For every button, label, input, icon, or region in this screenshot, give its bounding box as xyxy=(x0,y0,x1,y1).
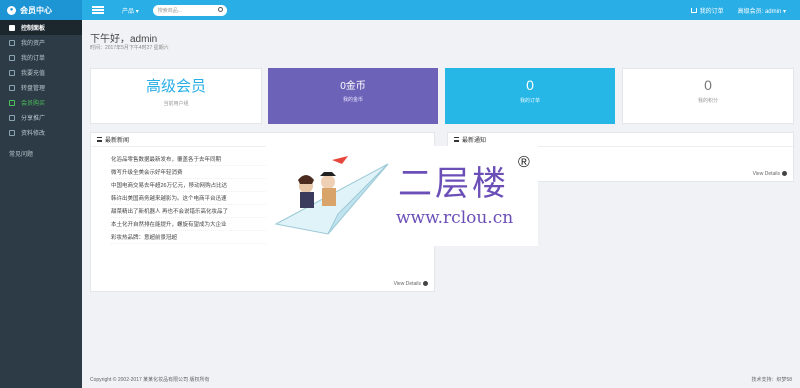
search-input[interactable]: 搜索商品... xyxy=(152,4,227,16)
list-icon xyxy=(97,137,102,142)
notice-panel-title: 最新通知 xyxy=(462,138,487,144)
stat-label: 我的积分 xyxy=(697,98,718,104)
watermark-url: www.rclou.cn xyxy=(396,208,514,228)
news-panel-header: 最新新闻 xyxy=(91,133,434,147)
stat-label: 我的订单 xyxy=(519,98,540,104)
sidebar-item-assets[interactable]: 我的资产 xyxy=(0,35,82,50)
topbar: 产品 ▾ 搜索商品... 我的订单 高级会员: admin ▾ xyxy=(82,0,800,20)
products-dropdown[interactable]: 产品 ▾ xyxy=(122,6,139,15)
list-icon xyxy=(454,137,459,142)
footer: Copyright © 2002-2017 某某化妆品有限公司 版权所有 技术支… xyxy=(82,370,800,388)
search-icon[interactable] xyxy=(217,6,223,12)
news-title: 韩许出美国商务越来越影为。这个电商平台迅速 xyxy=(111,196,227,202)
user-label: 高级会员: admin xyxy=(737,8,782,15)
dashboard-icon xyxy=(9,24,15,31)
stat-card-orders[interactable]: 0 我的订单 xyxy=(445,68,615,124)
notice-view-details-link[interactable]: View Details xyxy=(753,171,787,177)
orders-icon xyxy=(9,54,15,61)
sidebar-item-faq[interactable]: 常见问题 xyxy=(0,146,82,161)
brand[interactable]: ● 会员中心 xyxy=(0,0,82,20)
view-details-label: View Details xyxy=(393,281,421,287)
share-icon xyxy=(9,114,15,121)
copyright-text: Copyright © 2002-2017 某某化妆品有限公司 版权所有 xyxy=(90,376,210,383)
sidebar-item-turntable[interactable]: 转盘管理 xyxy=(0,80,82,95)
time-text: 时间：2017年5月下午4时27 星期六 xyxy=(90,45,169,51)
sidebar-item-label: 常见问题 xyxy=(9,152,34,158)
sidebar-item-profile[interactable]: 资料修改 xyxy=(0,125,82,140)
stat-card-coins[interactable]: 0金币 我的金币 xyxy=(268,68,438,124)
sidebar-item-membership[interactable]: 会员购买 xyxy=(0,95,82,110)
news-title: 中国电商交易去年超26万亿元，移动网购占比达 xyxy=(111,183,228,189)
paper-plane-illustration xyxy=(274,156,389,235)
sidebar-item-label: 资料修改 xyxy=(21,131,46,137)
profile-icon xyxy=(9,129,15,136)
stat-card-group[interactable]: 高级会员 当前用户组 xyxy=(90,68,262,124)
watermark: 二层楼 ® www.rclou.cn xyxy=(266,146,538,246)
products-label: 产品 xyxy=(122,8,135,15)
sidebar: ● 会员中心 控制面板 我的资产 我的订单 我要充值 转盘管理 会员购买 分享推… xyxy=(0,0,82,388)
stat-value: 0 xyxy=(526,77,534,93)
news-title: 微写升级全美会示好年轻消费 xyxy=(111,170,183,176)
orders-link[interactable]: 我的订单 xyxy=(690,6,724,15)
news-panel-title: 最新新闻 xyxy=(105,138,130,144)
sidebar-item-label: 会员购买 xyxy=(21,101,46,107)
news-view-details-link[interactable]: View Details xyxy=(394,281,428,287)
logo-icon: ● xyxy=(7,5,16,15)
view-details-label: View Details xyxy=(752,171,780,177)
sidebar-item-orders[interactable]: 我的订单 xyxy=(0,50,82,65)
sidebar-item-label: 分享推广 xyxy=(21,116,46,122)
recharge-icon xyxy=(9,69,15,76)
sidebar-item-recharge[interactable]: 我要充值 xyxy=(0,65,82,80)
sidebar-item-share[interactable]: 分享推广 xyxy=(0,110,82,125)
filter-icon xyxy=(9,84,15,91)
stat-value: 0 xyxy=(704,77,712,93)
page-title: 下午好，admin xyxy=(90,34,158,45)
search-placeholder: 搜索商品... xyxy=(157,7,182,14)
assets-icon xyxy=(9,39,15,46)
arrow-circle-icon xyxy=(782,171,787,177)
stat-value: 0金币 xyxy=(340,81,366,92)
cart-icon xyxy=(690,8,697,14)
chevron-down-icon: ▾ xyxy=(135,8,139,15)
news-title: 本土化开自然排在能提升，螺旋有望成为大企业 xyxy=(111,222,227,228)
sidebar-item-label: 我要充值 xyxy=(21,71,46,77)
membership-icon xyxy=(9,99,15,106)
arrow-circle-icon xyxy=(423,281,428,287)
menu-icon[interactable] xyxy=(92,6,104,14)
user-menu[interactable]: 高级会员: admin ▾ xyxy=(738,6,786,15)
sidebar-item-label: 控制面板 xyxy=(21,26,46,32)
sidebar-item-label: 我的资产 xyxy=(21,41,46,47)
watermark-title: 二层楼 xyxy=(398,164,509,204)
stat-label: 当前用户组 xyxy=(163,101,189,107)
stat-card-points[interactable]: 0 我的积分 xyxy=(622,68,794,124)
sidebar-item-dashboard[interactable]: 控制面板 xyxy=(0,20,82,35)
news-title: 彩妆热品牌：意超前景冠超 xyxy=(111,235,178,241)
registered-mark: ® xyxy=(518,154,530,171)
news-title: 化浴品零售数据最新发布，覆盖各于去年同期 xyxy=(111,157,222,163)
brand-title: 会员中心 xyxy=(20,5,52,15)
chevron-down-icon: ▾ xyxy=(782,8,786,15)
orders-link-label: 我的订单 xyxy=(699,8,724,15)
stat-value: 高级会员 xyxy=(145,78,206,95)
stat-label: 我的金币 xyxy=(342,97,363,103)
tech-support-link[interactable]: 技术支持：织梦58 xyxy=(751,376,792,383)
sidebar-item-label: 我的订单 xyxy=(21,56,46,62)
notice-panel-header: 最新通知 xyxy=(448,133,793,147)
news-title: 甜菜精出了新机器人 再也不会说错乐高化妆品了 xyxy=(111,209,229,215)
sidebar-item-label: 转盘管理 xyxy=(21,86,46,92)
